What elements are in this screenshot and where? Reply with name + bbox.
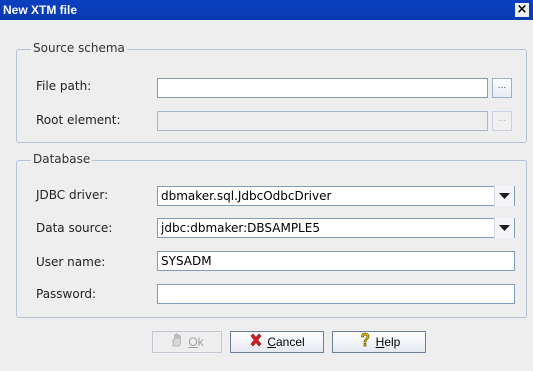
file-path-input[interactable] bbox=[157, 78, 488, 98]
question-icon bbox=[358, 332, 372, 354]
root-element-label: Root element: bbox=[36, 113, 121, 127]
chevron-down-icon[interactable] bbox=[494, 186, 514, 206]
data-source-select[interactable]: jdbc:dbmaker:DBSAMPLE5 bbox=[157, 218, 515, 238]
help-label-rest: elp bbox=[384, 335, 401, 350]
user-name-label: User name: bbox=[36, 255, 106, 269]
cancel-mnemonic: C bbox=[267, 335, 276, 349]
root-element-browse-button[interactable]: ... bbox=[492, 111, 512, 131]
window-title: New XTM file bbox=[3, 3, 78, 17]
jdbc-driver-label: JDBC driver: bbox=[36, 188, 109, 202]
red-x-icon bbox=[249, 333, 263, 353]
password-input[interactable] bbox=[157, 284, 515, 304]
jdbc-driver-value: dbmaker.sql.JdbcOdbcDriver bbox=[161, 189, 332, 203]
ok-button[interactable]: Ok bbox=[152, 331, 222, 353]
dialog-window: New XTM file × Source schema File path: … bbox=[0, 0, 533, 371]
cancel-button[interactable]: Cancel bbox=[230, 331, 324, 353]
data-source-value: jdbc:dbmaker:DBSAMPLE5 bbox=[161, 221, 320, 235]
help-button[interactable]: Help bbox=[332, 331, 426, 353]
database-label: Database bbox=[31, 152, 93, 166]
file-path-label: File path: bbox=[36, 79, 92, 93]
password-label: Password: bbox=[36, 287, 97, 301]
source-schema-label: Source schema bbox=[31, 41, 127, 55]
file-path-browse-button[interactable]: ... bbox=[492, 78, 512, 98]
chevron-down-icon[interactable] bbox=[494, 218, 514, 238]
close-icon[interactable]: × bbox=[515, 3, 529, 17]
root-element-input[interactable] bbox=[157, 111, 488, 131]
title-bar[interactable]: New XTM file × bbox=[0, 0, 533, 20]
user-name-input[interactable]: SYSADM bbox=[157, 251, 515, 271]
hand-icon bbox=[170, 333, 184, 353]
data-source-label: Data source: bbox=[36, 221, 113, 235]
ok-mnemonic: O bbox=[188, 335, 198, 349]
jdbc-driver-select[interactable]: dbmaker.sql.JdbcOdbcDriver bbox=[157, 186, 515, 206]
ok-label-rest: k bbox=[197, 335, 204, 349]
cancel-label-rest: ancel bbox=[275, 335, 305, 349]
